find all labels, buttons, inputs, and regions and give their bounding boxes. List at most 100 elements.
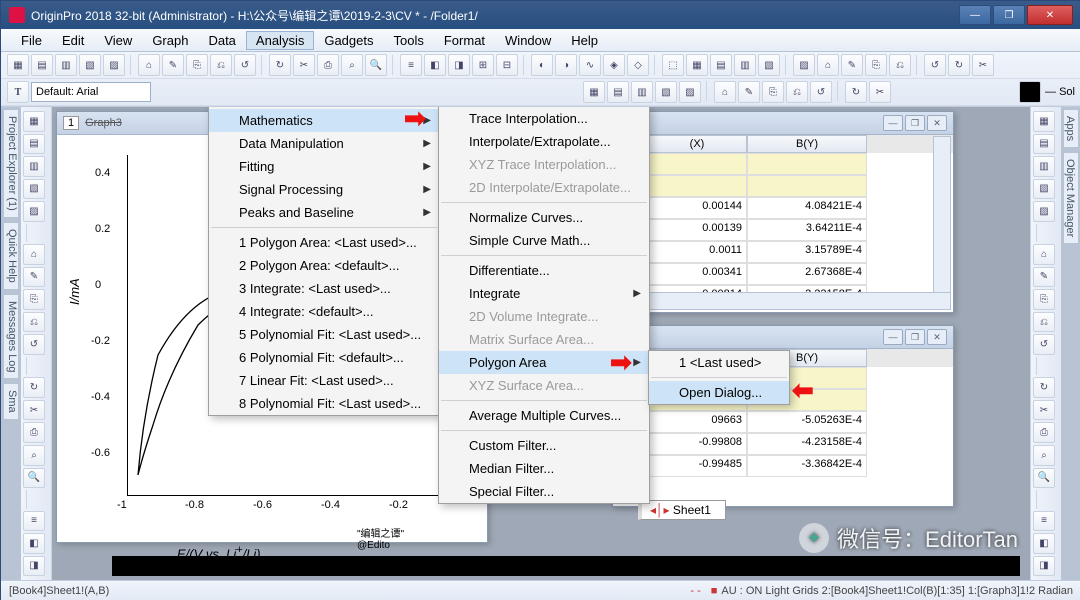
analysis-item-9[interactable]: 3 Integrate: <Last used>...	[209, 277, 439, 300]
quick-help-tab[interactable]: Quick Help	[3, 222, 19, 290]
math-item-6[interactable]: Simple Curve Math...	[439, 229, 649, 252]
menu-help[interactable]: Help	[561, 31, 608, 50]
math-item-10[interactable]: 2D Volume Integrate...	[439, 305, 649, 328]
main-toolbar-btn-36[interactable]: ↻	[948, 54, 970, 76]
main-toolbar-btn-5[interactable]: ⌂	[138, 54, 160, 76]
left-tool-btn-15[interactable]: ≡	[23, 511, 45, 532]
right-tool-btn-14[interactable]: 🔍	[1033, 468, 1055, 489]
right-tool-btn-7[interactable]: ⎘	[1033, 289, 1055, 310]
main-toolbar-btn-3[interactable]: ▧	[79, 54, 101, 76]
style-toolbar-btn-1[interactable]: ▤	[607, 81, 629, 103]
style-toolbar-btn-4[interactable]: ▨	[679, 81, 701, 103]
right-tool-btn-2[interactable]: ▥	[1033, 156, 1055, 177]
polygon-item-0[interactable]: 1 <Last used>	[649, 351, 789, 374]
analysis-item-5[interactable]: Peaks and Baseline▶	[209, 201, 439, 224]
main-toolbar-btn-12[interactable]: ⎙	[317, 54, 339, 76]
style-toolbar-btn-5[interactable]: ⌂	[714, 81, 736, 103]
main-toolbar-btn-6[interactable]: ✎	[162, 54, 184, 76]
main-toolbar-btn-7[interactable]: ⎘	[186, 54, 208, 76]
right-tool-btn-16[interactable]: ◧	[1033, 533, 1055, 554]
analysis-item-7[interactable]: 1 Polygon Area: <Last used>...	[209, 231, 439, 254]
math-item-17[interactable]: Custom Filter...	[439, 434, 649, 457]
wb1-table[interactable]: (X)B(Y) 0.001444.08421E-40.001393.64211E…	[613, 135, 953, 307]
math-item-3[interactable]: 2D Interpolate/Extrapolate...	[439, 176, 649, 199]
left-tool-btn-10[interactable]: ↻	[23, 377, 45, 398]
line-style-selector[interactable]: — Sol	[1045, 86, 1075, 98]
left-tool-btn-11[interactable]: ✂	[23, 400, 45, 421]
menu-edit[interactable]: Edit	[52, 31, 94, 50]
analysis-item-1[interactable]: Mathematics▶	[209, 109, 439, 132]
polygon-area-dropdown[interactable]: 1 <Last used>Open Dialog...	[648, 350, 790, 405]
object-manager-tab[interactable]: Object Manager	[1063, 152, 1079, 244]
menu-tools[interactable]: Tools	[384, 31, 434, 50]
style-toolbar-btn-6[interactable]: ✎	[738, 81, 760, 103]
left-tool-btn-17[interactable]: ◨	[23, 556, 45, 577]
analysis-item-10[interactable]: 4 Integrate: <default>...	[209, 300, 439, 323]
wb1-vscroll[interactable]	[933, 136, 951, 294]
left-tool-btn-6[interactable]: ✎	[23, 267, 45, 288]
style-toolbar-btn-3[interactable]: ▧	[655, 81, 677, 103]
main-toolbar-btn-25[interactable]: ⬚	[662, 54, 684, 76]
messages-log-tab[interactable]: Messages Log	[3, 294, 19, 380]
main-toolbar-btn-35[interactable]: ↺	[924, 54, 946, 76]
right-tool-btn-0[interactable]: ▦	[1033, 111, 1055, 132]
left-tool-btn-14[interactable]: 🔍	[23, 468, 45, 489]
main-toolbar-btn-28[interactable]: ▥	[734, 54, 756, 76]
style-toolbar-btn-0[interactable]: ▦	[583, 81, 605, 103]
wb1-close-icon[interactable]: ✕	[927, 115, 947, 131]
right-tool-btn-3[interactable]: ▧	[1033, 179, 1055, 200]
main-toolbar-btn-10[interactable]: ↻	[269, 54, 291, 76]
main-toolbar-btn-13[interactable]: ⌕	[341, 54, 363, 76]
main-toolbar-btn-4[interactable]: ▨	[103, 54, 125, 76]
style-toolbar-btn-8[interactable]: ⎌	[786, 81, 808, 103]
line-color-icon[interactable]	[1019, 81, 1041, 103]
right-tool-btn-8[interactable]: ⎌	[1033, 312, 1055, 333]
menu-format[interactable]: Format	[434, 31, 495, 50]
close-button[interactable]: ✕	[1027, 5, 1073, 25]
maximize-button[interactable]: ❐	[993, 5, 1025, 25]
apps-tab[interactable]: Apps	[1063, 109, 1079, 148]
right-tool-btn-12[interactable]: ⎙	[1033, 422, 1055, 443]
main-toolbar-btn-31[interactable]: ⌂	[817, 54, 839, 76]
math-item-18[interactable]: Median Filter...	[439, 457, 649, 480]
main-toolbar-btn-20[interactable]: ◐	[531, 54, 553, 76]
analysis-item-12[interactable]: 6 Polynomial Fit: <default>...	[209, 346, 439, 369]
math-item-1[interactable]: Interpolate/Extrapolate...	[439, 130, 649, 153]
left-tool-btn-7[interactable]: ⎘	[23, 289, 45, 310]
math-item-0[interactable]: Trace Interpolation...	[439, 107, 649, 130]
mathematics-dropdown[interactable]: Trace Interpolation...Interpolate/Extrap…	[438, 107, 650, 504]
left-tool-btn-16[interactable]: ◧	[23, 533, 45, 554]
left-tool-btn-3[interactable]: ▧	[23, 179, 45, 200]
left-tool-btn-8[interactable]: ⎌	[23, 312, 45, 333]
right-tool-btn-10[interactable]: ↻	[1033, 377, 1055, 398]
left-tool-btn-13[interactable]: ⌕	[23, 445, 45, 466]
analysis-item-8[interactable]: 2 Polygon Area: <default>...	[209, 254, 439, 277]
wb1-hscroll[interactable]	[615, 292, 951, 310]
math-item-15[interactable]: Average Multiple Curves...	[439, 404, 649, 427]
right-tool-btn-9[interactable]: ↺	[1033, 334, 1055, 355]
main-toolbar-btn-1[interactable]: ▤	[31, 54, 53, 76]
left-tool-btn-4[interactable]: ▨	[23, 201, 45, 222]
math-item-2[interactable]: XYZ Trace Interpolation...	[439, 153, 649, 176]
menu-graph[interactable]: Graph	[142, 31, 198, 50]
main-toolbar-btn-17[interactable]: ◨	[448, 54, 470, 76]
workbook-window-1[interactable]: —❐✕ (X)B(Y) 0.001444.08421E-40.001393.64…	[612, 111, 954, 313]
main-toolbar-btn-33[interactable]: ⎘	[865, 54, 887, 76]
left-tool-btn-12[interactable]: ⎙	[23, 422, 45, 443]
font-selector[interactable]: Default: Arial	[31, 82, 151, 102]
analysis-item-2[interactable]: Data Manipulation▶	[209, 132, 439, 155]
right-tool-btn-6[interactable]: ✎	[1033, 267, 1055, 288]
main-toolbar-btn-21[interactable]: ◑	[555, 54, 577, 76]
main-toolbar-btn-32[interactable]: ✎	[841, 54, 863, 76]
main-toolbar-btn-29[interactable]: ▧	[758, 54, 780, 76]
math-item-11[interactable]: Matrix Surface Area...	[439, 328, 649, 351]
math-item-9[interactable]: Integrate▶	[439, 282, 649, 305]
left-tool-btn-1[interactable]: ▤	[23, 134, 45, 155]
main-toolbar-btn-15[interactable]: ≡	[400, 54, 422, 76]
math-item-12[interactable]: Polygon Area▶	[439, 351, 649, 374]
wb1-minimize-icon[interactable]: —	[883, 115, 903, 131]
main-toolbar-btn-22[interactable]: ∿	[579, 54, 601, 76]
wb2-minimize-icon[interactable]: —	[883, 329, 903, 345]
analysis-dropdown[interactable]: Statistics▶Mathematics▶Data Manipulation…	[208, 107, 440, 416]
main-toolbar-btn-37[interactable]: ✂	[972, 54, 994, 76]
